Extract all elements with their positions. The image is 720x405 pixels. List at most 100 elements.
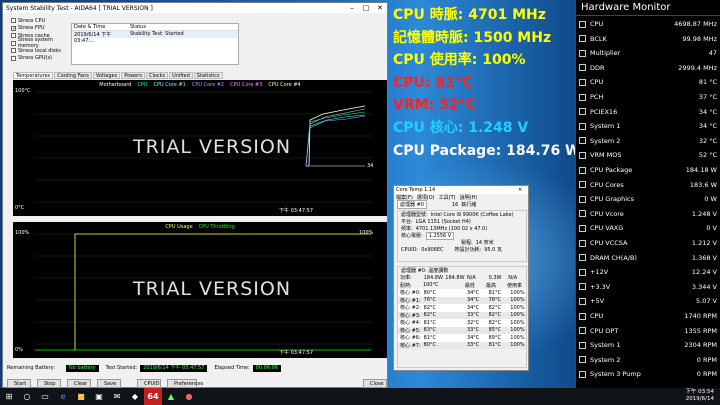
stress-checkbox[interactable] [11,55,16,61]
hw-row: Multiplier 47 [576,47,720,59]
coretemp-titlebar: Core Temp 1.14 ✕ [394,186,528,194]
core-u: 100% [510,289,525,296]
minimize-icon[interactable]: – [345,4,359,12]
core-n: 核心 #0: [400,290,421,297]
hw-row: +5V 5.07 V [576,295,720,307]
menu-item[interactable]: 工具(T) [439,194,456,201]
menu-item[interactable]: 說明(H) [460,194,478,201]
preferences-button[interactable]: Preferences [167,379,203,388]
tab-2[interactable]: Voltages [92,72,121,79]
monitor-icon[interactable]: ● [180,388,198,405]
stress-option[interactable]: Stress CPU [11,17,71,25]
stress-option[interactable]: Stress system memory [11,37,71,49]
hw-label: Multiplier [590,49,621,58]
tab-4[interactable]: Clocks [145,72,169,79]
task-view-icon[interactable]: ▭ [36,388,54,405]
core-n: 核心 #7: [400,342,421,349]
stress-checkbox[interactable] [11,48,16,54]
osd-line: CPU 使用率: 100% [393,52,526,69]
coretemp-close-icon[interactable]: ✕ [518,187,528,193]
hw-row: VRM MOS 52 °C [576,149,720,161]
hardware-monitor: Hardware Monitor CPU 4698.87 MHz BCLK 99.98… [575,0,720,388]
core-n: 核心 #3: [400,312,421,319]
stress-option[interactable]: Stress GPU(s) [11,55,71,63]
osd-line: VRM: 52°C [393,97,476,114]
sensor-icon [579,181,586,189]
threads-label: 執行緒 [461,202,477,208]
sensor-icon [579,312,586,320]
close-button[interactable]: Close [363,379,387,388]
power-cell: 184.8W [445,274,465,281]
sensor-icon [579,108,586,116]
store-icon[interactable]: ▣ [90,388,108,405]
hw-label: System 2 [590,355,621,364]
hw-row: PCH 37 °C [576,91,720,103]
tdp-label: 熱設計功耗: [454,247,482,253]
start-icon[interactable]: ⊞ [0,388,18,405]
tab-0[interactable]: Temperatures [13,72,54,79]
stop-button[interactable]: Stop [37,379,61,388]
core-n: 核心 #5: [400,327,421,334]
folder-icon[interactable]: ■ [72,388,90,405]
cpu-select[interactable]: 處理器 #0 [397,200,427,209]
core-row: 核心 #3: 82°C 33°C 82°C 100% [398,311,526,319]
clear-button[interactable]: Clear [67,379,91,388]
power-cell: 184.8W [423,274,443,281]
hw-value: 0 RPM [696,370,717,379]
hw-label: CPU Graphics [590,195,634,204]
start-button[interactable]: Start [7,379,31,388]
edge-icon[interactable]: e [54,388,72,405]
status-table: Date & Time Status 2019/6/14 下午 03:47:...… [71,23,239,65]
stress-checkbox[interactable]: ✓ [11,25,16,31]
stress-checkbox[interactable] [11,33,16,39]
tab-1[interactable]: Cooling Fans [54,72,92,79]
hw-value: 0 W [704,195,717,204]
clock-date: 2019/6/14 [685,396,714,402]
trial-watermark: TRIAL VERSION [133,136,292,158]
hw-label: CPU [590,20,604,28]
aida64-icon[interactable]: 64 [144,388,162,405]
tab-3[interactable]: Powers [121,72,145,79]
hw-label: PCIEX16 [590,107,618,116]
core-u: 100% [510,319,525,326]
tool-icon[interactable]: ▲ [162,388,180,405]
maximize-icon[interactable]: □ [359,4,373,12]
stress-checkbox[interactable] [11,18,16,24]
osd-line: 記憶體時脈: 1500 MHz [393,29,552,46]
sensor-icon [579,297,586,305]
search-icon[interactable]: ○ [18,388,36,405]
hw-value: 1.368 V [691,253,717,262]
freq-label: 頻率: [401,226,413,232]
hw-value: 1740 RPM [684,312,717,320]
cpuid-button[interactable]: CPUID [137,379,161,388]
mail-icon[interactable]: ✉ [108,388,126,405]
hw-row: System 1 34 °C [576,120,720,132]
sensor-icon [579,122,586,130]
hw-value: 0 RPM [696,355,717,364]
hw-label: VRM MOS [590,151,622,160]
core-u: 100% [510,312,525,319]
hw-row: CPU Package 184.18 W [576,164,720,176]
osd-line: CPU 核心: 1.248 V [393,119,529,136]
stress-option[interactable]: ✓ Stress FPU [11,25,71,33]
core-min: 34°C [466,297,480,304]
core-max: 81°C [488,289,501,296]
power-cell: 0.3W [488,274,502,281]
sensor-icon [579,166,586,174]
tab-6[interactable]: Statistics [193,72,223,79]
close-icon[interactable]: ✕ [373,4,387,12]
hw-label: BCLK [590,34,607,43]
app-icon[interactable]: ◆ [126,388,144,405]
started-value: 2019/6/14 下午 03:47:57 [140,364,208,372]
tab-5[interactable]: Unified [169,72,193,79]
hw-row: BCLK 99.98 MHz [576,33,720,45]
core-max: 82°C [488,304,501,311]
hw-label: +3.3V [590,282,611,291]
save-button[interactable]: Save [97,379,121,388]
core-n: 核心 #6: [400,335,421,342]
core-max: 78°C [488,297,501,304]
hw-value: 34 °C [698,107,717,116]
stress-checkbox[interactable] [11,40,16,46]
sensor-icon [579,268,586,276]
clock[interactable]: 下午 03:54 2019/6/14 [685,389,714,403]
